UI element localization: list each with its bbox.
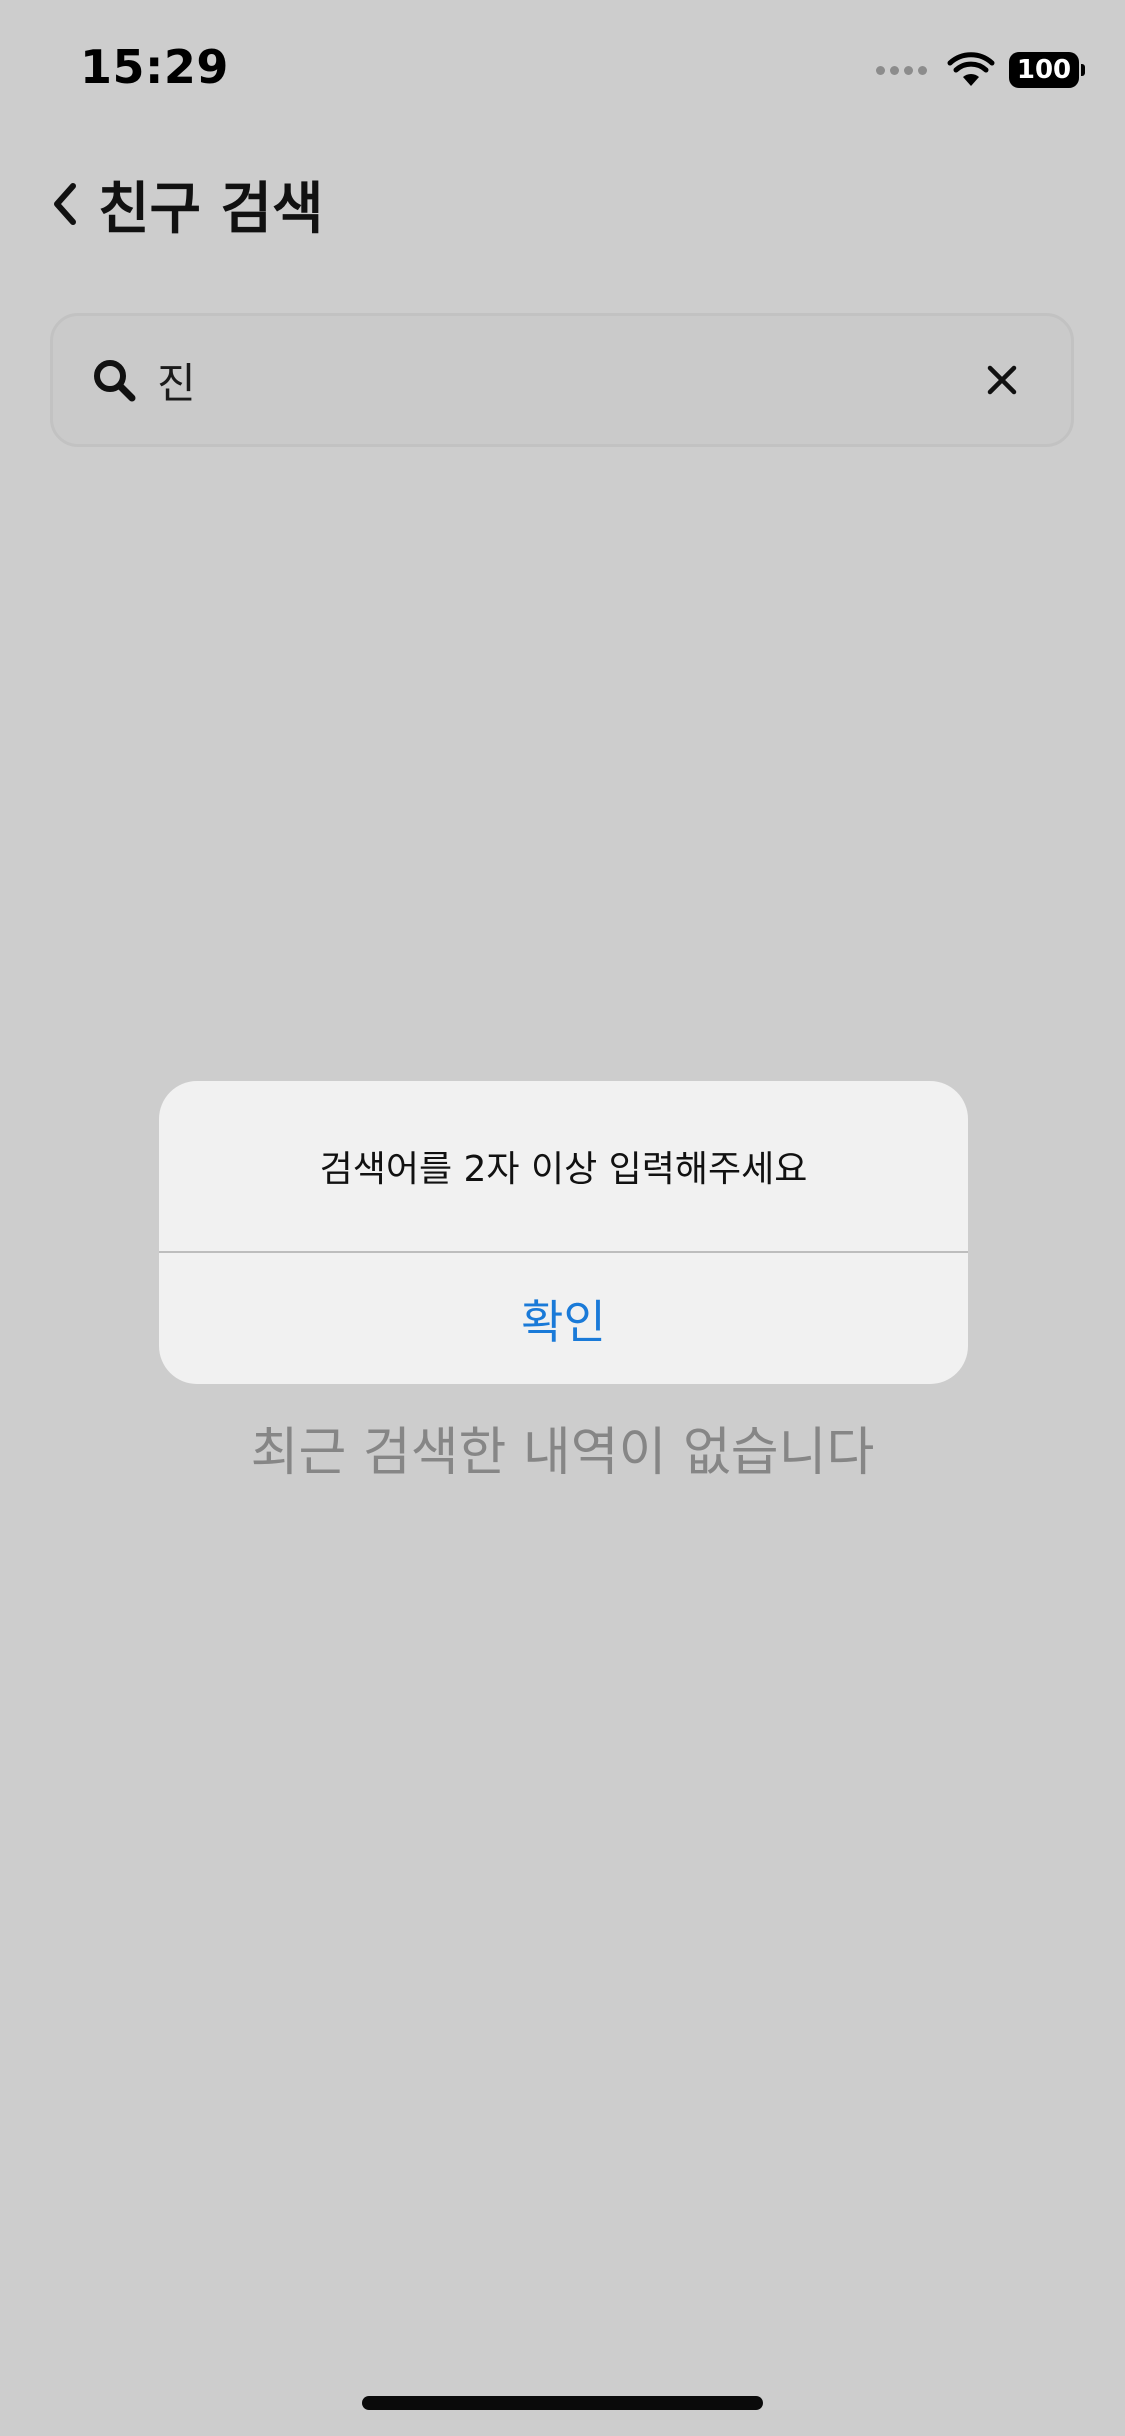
search-bar bbox=[50, 313, 1074, 447]
alert-message: 검색어를 2자 이상 입력해주세요 bbox=[159, 1081, 968, 1253]
page-title: 친구 검색 bbox=[98, 176, 324, 242]
battery-icon: 100 bbox=[1009, 52, 1079, 88]
battery-level: 100 bbox=[1016, 55, 1072, 85]
close-icon bbox=[987, 365, 1017, 395]
chevron-left-icon bbox=[54, 183, 76, 225]
alert-dialog: 검색어를 2자 이상 입력해주세요 확인 bbox=[159, 1081, 968, 1384]
status-indicators: 100 bbox=[876, 48, 1085, 92]
navigation-header: 친구 검색 bbox=[44, 168, 324, 242]
search-icon bbox=[94, 360, 136, 402]
empty-state-message: 최근 검색한 내역이 없습니다 bbox=[250, 1423, 875, 1483]
back-button[interactable] bbox=[44, 174, 84, 234]
clear-search-button[interactable] bbox=[967, 345, 1037, 415]
battery-cap bbox=[1081, 64, 1085, 76]
status-time: 15:29 bbox=[80, 40, 229, 94]
search-input[interactable] bbox=[157, 355, 967, 405]
screen: 15:29 100 친구 검색 진 최근 검색한 내역이 없습니다 검색어를 2… bbox=[0, 0, 1125, 2436]
home-indicator bbox=[362, 2396, 763, 2410]
confirm-button[interactable]: 확인 bbox=[159, 1253, 968, 1384]
cellular-signal-icon bbox=[876, 65, 927, 75]
wifi-icon bbox=[947, 52, 995, 86]
